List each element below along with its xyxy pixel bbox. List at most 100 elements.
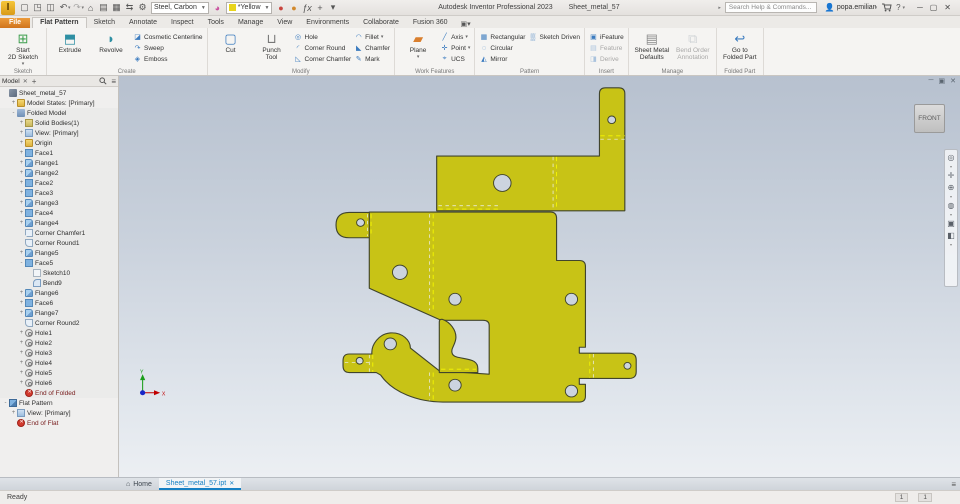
search-input[interactable]: Search Help & Commands...	[724, 2, 817, 13]
zoom-icon[interactable]: ⊕	[948, 183, 955, 192]
tree-item-face2[interactable]: + Face2	[0, 178, 118, 188]
new-file-icon[interactable]: ▢	[18, 2, 31, 13]
cosmetic-centerline-button[interactable]: ◪ Cosmetic Centerline	[133, 32, 202, 42]
material-select[interactable]: Steel, Carbon ▼	[151, 1, 209, 14]
fillet-button[interactable]: ◠ Fillet ▾	[354, 32, 390, 42]
tree-item-hole6[interactable]: + Hole6	[0, 378, 118, 388]
view-style-icon[interactable]: ◧	[947, 231, 955, 240]
open-icon[interactable]: ◳	[31, 2, 44, 13]
adjust-appearance-icon[interactable]: ●	[274, 3, 287, 13]
sweep-button[interactable]: ↷ Sweep	[133, 43, 203, 53]
color-wheel-icon[interactable]: ◕	[211, 3, 224, 13]
chamfer-button[interactable]: ◣ Chamfer	[354, 43, 390, 53]
tree-item-solid-bodies-1[interactable]: + Solid Bodies(1)	[0, 118, 118, 128]
tree-expander-icon[interactable]: +	[18, 160, 25, 166]
add-tab-icon[interactable]: +	[32, 77, 37, 86]
tree-item-flange5[interactable]: + Flange5	[0, 248, 118, 258]
appearance-select[interactable]: *Yellow ▼	[225, 1, 273, 14]
tree-item-corner-round1[interactable]: Corner Round1	[0, 238, 118, 248]
tree-item-flange7[interactable]: + Flange7	[0, 308, 118, 318]
sketch-driven-button[interactable]: ▒ Sketch Driven	[528, 32, 580, 42]
tree-item-face4[interactable]: + Face4	[0, 208, 118, 218]
tree-item-flange6[interactable]: + Flange6	[0, 288, 118, 298]
tree-expander-icon[interactable]: +	[18, 130, 25, 136]
tree-expander-icon[interactable]: +	[18, 360, 25, 366]
tree-expander-icon[interactable]: +	[18, 120, 25, 126]
doc-restore-button[interactable]: ▣	[939, 77, 946, 85]
start-2d-sketch-button[interactable]: ⊞ Start 2D Sketch ▾	[4, 30, 42, 67]
close-button[interactable]: ✕	[944, 3, 951, 12]
ifeature-button[interactable]: ▣ iFeature	[589, 32, 624, 42]
cut-button[interactable]: ▢ Cut	[212, 30, 250, 54]
tree-expander-icon[interactable]: +	[18, 380, 25, 386]
circular-button[interactable]: ◌ Circular	[479, 43, 525, 53]
graphics-canvas[interactable]: Y X ─ ▣ ✕ FRONT ◎ ▾ ✛ ⊕ ▾ ◍ ▾ ▣ ◧ ▾	[119, 76, 960, 477]
tree-expander-icon[interactable]: +	[18, 150, 25, 156]
minimize-button[interactable]: ─	[917, 3, 923, 12]
tree-item-hole1[interactable]: + Hole1	[0, 328, 118, 338]
axis-button[interactable]: ╱ Axis ▾	[440, 32, 470, 42]
tree-item-hole3[interactable]: + Hole3	[0, 348, 118, 358]
tree-expander-icon[interactable]: +	[18, 310, 25, 316]
tree-expander-icon[interactable]: +	[10, 410, 17, 416]
tree-expander-icon[interactable]: +	[18, 140, 25, 146]
drawing-icon[interactable]: ▤	[97, 2, 110, 13]
tab-sheet-metal-57[interactable]: Sheet_metal_57.ipt ✕	[158, 478, 242, 490]
go-to-folded-part-button[interactable]: ↩ Go to Folded Part	[721, 30, 759, 61]
ribbon-tab-tools[interactable]: Tools	[201, 18, 231, 28]
emboss-button[interactable]: ◈ Emboss	[133, 54, 203, 64]
tree-item-face1[interactable]: + Face1	[0, 148, 118, 158]
tree-item-end-of-flat[interactable]: End of Flat	[0, 418, 118, 428]
tree-expander-icon[interactable]: +	[18, 170, 25, 176]
tree-item-flange2[interactable]: + Flange2	[0, 168, 118, 178]
ribbon-tab-annotate[interactable]: Annotate	[122, 18, 164, 28]
tree-item-hole5[interactable]: + Hole5	[0, 368, 118, 378]
tree-item-face5[interactable]: - Face5	[0, 258, 118, 268]
cart-icon[interactable]	[881, 3, 892, 12]
tree-item-flange3[interactable]: + Flange3	[0, 198, 118, 208]
tree-item-flange4[interactable]: + Flange4	[0, 218, 118, 228]
clear-appearance-icon[interactable]: ●	[287, 3, 300, 13]
maximize-button[interactable]: ▢	[930, 3, 938, 12]
corner-round-button[interactable]: ◜ Corner Round	[294, 43, 352, 53]
tree-item-sheet-metal-57[interactable]: Sheet_metal_57	[0, 88, 118, 98]
pan-icon[interactable]: ✛	[948, 171, 955, 180]
tree-item-hole2[interactable]: + Hole2	[0, 338, 118, 348]
fx-icon[interactable]: ƒx	[300, 3, 313, 13]
tree-item-face6[interactable]: + Face6	[0, 298, 118, 308]
tree-expander-icon[interactable]: -	[2, 400, 9, 406]
rectangular-button[interactable]: ▦ Rectangular	[479, 32, 526, 42]
doc-close-button[interactable]: ✕	[950, 77, 956, 85]
ribbon-tab-manage[interactable]: Manage	[231, 18, 270, 28]
plus-icon[interactable]: +	[313, 3, 326, 13]
tree-item-view-primary[interactable]: + View: [Primary]	[0, 128, 118, 138]
plane-button[interactable]: ▰ Plane ▾	[399, 30, 437, 60]
hole-button[interactable]: ◎ Hole	[294, 32, 352, 42]
save-icon[interactable]: ◫	[44, 2, 57, 13]
tree-item-hole4[interactable]: + Hole4	[0, 358, 118, 368]
tree-item-sketch10[interactable]: Sketch10	[0, 268, 118, 278]
tree-item-corner-round2[interactable]: Corner Round2	[0, 318, 118, 328]
tree-item-origin[interactable]: + Origin	[0, 138, 118, 148]
redo-icon[interactable]: ↷	[71, 2, 84, 13]
menu-icon[interactable]: ≡	[111, 77, 116, 86]
tree-item-model-states-primary[interactable]: + Model States: [Primary]	[0, 98, 118, 108]
tree-expander-icon[interactable]: +	[18, 180, 25, 186]
mark-button[interactable]: ✎ Mark	[354, 54, 390, 64]
tree-expander-icon[interactable]: +	[18, 350, 25, 356]
ribbon-display-options-icon[interactable]: ▣▾	[461, 20, 471, 28]
tab-home[interactable]: ⌂ Home	[119, 478, 159, 490]
tree-expander-icon[interactable]: +	[18, 330, 25, 336]
navigation-wheel-icon[interactable]: ◎	[948, 153, 955, 162]
gear-icon[interactable]: ⚙	[136, 2, 149, 13]
ucs-button[interactable]: ⌖ UCS	[440, 54, 470, 64]
tree-expander-icon[interactable]: -	[18, 260, 25, 266]
tree-item-flat-pattern[interactable]: - Flat Pattern	[0, 398, 118, 408]
inventor-logo[interactable]: I	[1, 0, 15, 15]
point-button[interactable]: ✛ Point ▾	[440, 43, 471, 53]
look-at-icon[interactable]: ▣	[947, 219, 955, 228]
tree-item-flange1[interactable]: + Flange1	[0, 158, 118, 168]
tree-item-face3[interactable]: + Face3	[0, 188, 118, 198]
tree-expander-icon[interactable]: +	[10, 100, 17, 106]
ribbon-tab-view[interactable]: View	[270, 18, 299, 28]
